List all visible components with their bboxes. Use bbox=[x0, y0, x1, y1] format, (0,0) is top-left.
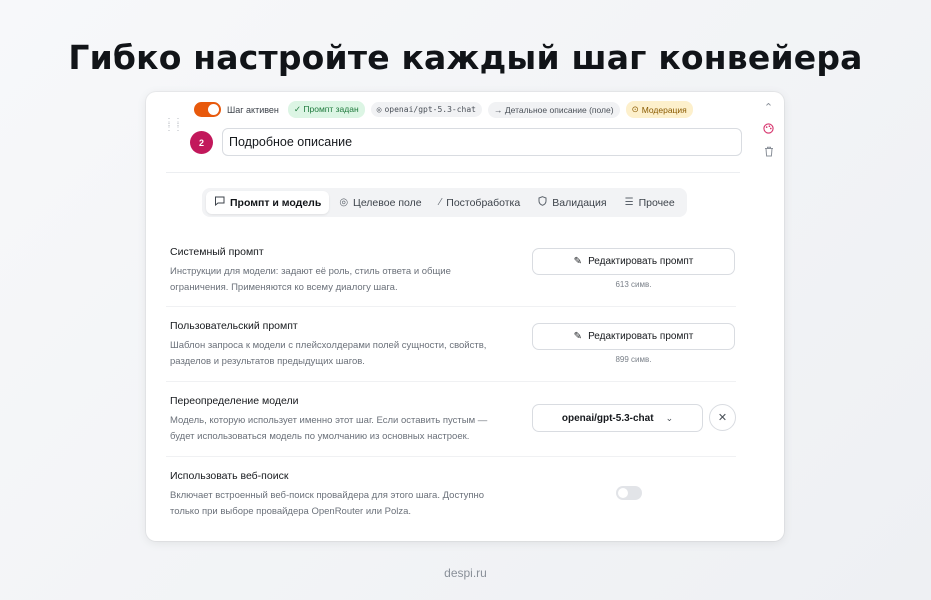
pencil-icon: ✎ bbox=[573, 256, 583, 267]
tab-label: Целевое поле bbox=[353, 196, 422, 209]
tab-label: Валидация bbox=[552, 196, 607, 209]
section-divider bbox=[166, 306, 736, 307]
header-divider bbox=[166, 172, 740, 173]
moderation-chip: ⊙ Модерация bbox=[625, 101, 693, 118]
model-chip: ◎ openai/gpt-5.3-chat bbox=[370, 102, 482, 117]
step-tabs: Промпт и модель ◎ Целевое поле ⁄ Постобр… bbox=[202, 188, 687, 217]
moderation-label: Модерация bbox=[641, 104, 687, 115]
edit-system-prompt-label: Редактировать промпт bbox=[588, 256, 694, 267]
step-active-toggle[interactable] bbox=[194, 102, 221, 117]
chat-icon bbox=[214, 196, 225, 209]
drag-handle-icon[interactable]: ⋮⋮ ⋮⋮ bbox=[164, 118, 183, 133]
footer-domain: despi.ru bbox=[444, 566, 487, 580]
target-field-chip: → Детальное описание (поле) bbox=[488, 101, 620, 118]
system-prompt-desc: Инструкции для модели: задают её роль, с… bbox=[170, 266, 451, 293]
step-card: ⋮⋮ ⋮⋮ Шаг активен ✓ Промпт задан ◎ openai… bbox=[146, 92, 784, 541]
section-divider bbox=[166, 381, 736, 382]
chevron-down-icon: ⌄ bbox=[665, 412, 674, 423]
clear-model-button[interactable]: ✕ bbox=[709, 404, 736, 431]
step-number-badge: 2 bbox=[190, 131, 213, 154]
edit-user-prompt-button[interactable]: ✎ Редактировать промпт bbox=[532, 323, 735, 350]
step-active-label: Шаг активен bbox=[227, 104, 279, 115]
model-chip-label: openai/gpt-5.3-chat bbox=[384, 105, 476, 114]
tab-label: Постобработка bbox=[446, 196, 521, 209]
step-status-bar: Шаг активен ✓ Промпт задан ◎ openai/gpt-… bbox=[194, 101, 693, 118]
web-search-toggle[interactable] bbox=[616, 486, 642, 500]
prompt-set-chip: ✓ Промпт задан bbox=[287, 101, 365, 118]
web-search-section: Использовать веб-поиск Включает встроенн… bbox=[170, 470, 760, 520]
model-select[interactable]: openai/gpt-5.3-chat ⌄ bbox=[532, 404, 703, 432]
model-select-value: openai/gpt-5.3-chat bbox=[561, 412, 654, 424]
tab-other[interactable]: ☰ Прочее bbox=[617, 191, 683, 214]
tab-label: Промпт и модель bbox=[230, 196, 322, 209]
user-prompt-desc: Шаблон запроса к модели с плейсхолдерами… bbox=[170, 340, 487, 367]
collapse-chevron-up-icon[interactable]: ⌃ bbox=[764, 101, 773, 114]
model-override-desc: Модель, которую использует именно этот ш… bbox=[170, 415, 488, 442]
tab-prompt-model[interactable]: Промпт и модель bbox=[206, 191, 330, 214]
edit-user-prompt-label: Редактировать промпт bbox=[588, 331, 694, 342]
tab-target-field[interactable]: ◎ Целевое поле bbox=[331, 191, 429, 214]
card-actions: ⌃ bbox=[763, 101, 774, 160]
model-chip-icon: ◎ bbox=[376, 105, 382, 114]
section-divider bbox=[166, 456, 736, 457]
wand-icon: ⁄ bbox=[439, 197, 442, 208]
tab-label: Прочее bbox=[638, 196, 675, 209]
user-prompt-count: 899 симв. bbox=[615, 355, 652, 364]
pencil-icon: ✎ bbox=[573, 331, 583, 342]
page-headline: Гибко настройте каждый шаг конвейера bbox=[68, 38, 863, 77]
web-search-desc: Включает встроенный веб-поиск провайдера… bbox=[170, 490, 485, 517]
target-icon: ◎ bbox=[339, 197, 349, 208]
web-search-title: Использовать веб-поиск bbox=[170, 470, 289, 482]
trash-icon[interactable] bbox=[764, 146, 774, 160]
tab-postprocessing[interactable]: ⁄ Постобработка bbox=[432, 191, 529, 214]
tab-validation[interactable]: Валидация bbox=[530, 191, 614, 214]
moderation-icon: ⊙ bbox=[631, 104, 639, 114]
close-icon: ✕ bbox=[717, 412, 728, 424]
system-prompt-count: 613 симв. bbox=[615, 280, 652, 289]
palette-icon[interactable] bbox=[763, 123, 774, 137]
edit-system-prompt-button[interactable]: ✎ Редактировать промпт bbox=[532, 248, 735, 275]
step-name-input[interactable] bbox=[222, 128, 742, 156]
shield-icon bbox=[538, 196, 547, 209]
sliders-icon: ☰ bbox=[624, 197, 634, 208]
